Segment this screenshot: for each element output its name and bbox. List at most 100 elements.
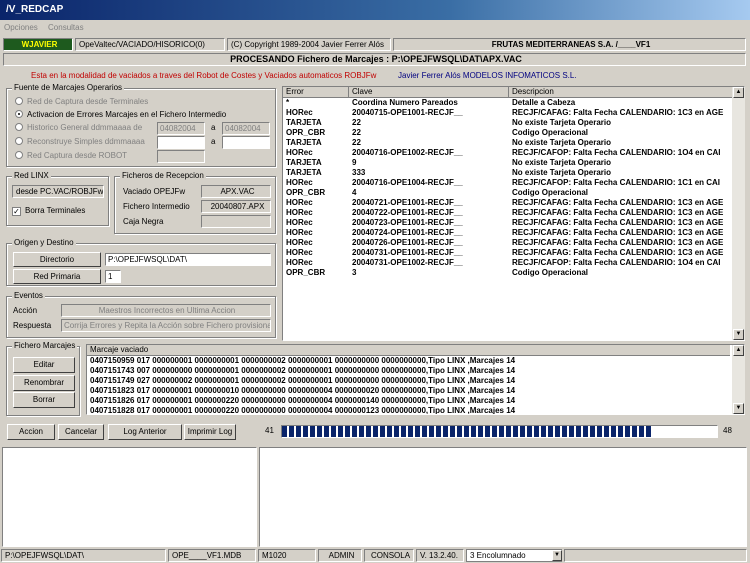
table-row[interactable]: HORec 20040722-OPE1001-RECJF__ RECJF/CAFAG… [283,208,744,218]
red-primaria-button[interactable]: Red Primaria [13,269,101,284]
robot-input[interactable] [157,150,205,163]
marcajes-scroll-down-icon[interactable]: ▼ [733,403,744,414]
status-path: P:\OPEJFWSQL\DAT\ [1,549,166,562]
cell-descripcion: RECJF/CAFAG: Falta Fecha CALENDARIO: 1C3… [512,238,724,247]
cell-error: OPR_CBR [286,268,326,277]
respuesta-label: Respuesta [13,321,52,330]
log-anterior-button[interactable]: Log Anterior [108,424,182,440]
table-row[interactable]: HORec 20040716-OPE1004-RECJF__ RECJF/CAFOP… [283,178,744,188]
cell-descripcion: No existe Tarjeta Operario [512,118,611,127]
log-panel-right[interactable] [259,447,747,547]
table-row[interactable]: HORec 20040724-OPE1001-RECJF__ RECJF/CAFAG… [283,228,744,238]
editar-button[interactable]: Editar [13,357,75,373]
cell-clave: 333 [352,168,366,177]
radio-historico[interactable]: Historico General ddmmaaaa de [15,122,142,134]
borrar-button[interactable]: Borrar [13,392,75,408]
errors-grid[interactable]: Error Clave Descripcion * Coordina Numero… [282,86,745,341]
list-item[interactable]: 0407151826 017 000000001 0000000220 0000… [87,396,744,406]
list-item[interactable]: 0407150959 017 000000001 0000000001 0000… [87,356,744,366]
list-item[interactable]: 0407151823 017 000000001 0000000010 0000… [87,386,744,396]
recon-from-input[interactable] [157,136,205,149]
list-item[interactable]: 0407151828 017 000000001 0000000220 0000… [87,406,744,414]
hist-from-input[interactable]: 04082004 [157,122,205,135]
list-item[interactable]: 0407151743 007 000000000 0000000001 0000… [87,366,744,376]
vaciado-value: APX.VAC [201,185,271,198]
radio-reconstruye[interactable]: Reconstruye Simples ddmmaaaa [15,136,145,148]
cell-error: TARJETA [286,118,322,127]
table-row[interactable]: HORec 20040731-OPE1001-RECJF__ RECJF/CAFAG… [283,248,744,258]
status-mode: CONSOLA [364,549,414,562]
cell-descripcion: No existe Tarjeta Operario [512,158,611,167]
accion-label: Acción [13,306,38,315]
directorio-button[interactable]: Directorio [13,252,101,267]
origen-group: Origen y Destino Directorio P:\OPEJFWSQL… [6,238,276,286]
marcajes-scrollbar[interactable]: ▲ ▼ [732,345,745,414]
table-row[interactable]: TARJETA 22 No existe Tarjeta Operario [283,138,744,148]
borra-terminales-check-icon: ✓ [12,207,21,216]
errors-scroll-down-icon[interactable]: ▼ [733,329,744,340]
table-row[interactable]: OPR_CBR 22 Codigo Operacional [283,128,744,138]
table-row[interactable]: TARJETA 333 No existe Tarjeta Operario [283,168,744,178]
renombrar-button[interactable]: Renombrar [13,375,75,391]
cell-clave: 20040722-OPE1001-RECJF__ [352,208,463,217]
col-descripcion[interactable]: Descripcion [509,87,735,98]
table-row[interactable]: HORec 20040716-OPE1002-RECJF__ RECJF/CAFOP… [283,148,744,158]
table-row[interactable]: OPR_CBR 4 Codigo Operacional [283,188,744,198]
columns-dropdown-chevron-down-icon[interactable]: ▼ [552,550,562,561]
recon-to-input[interactable] [222,136,270,149]
red-primaria-input[interactable]: 1 [105,270,121,283]
progress-fill [282,426,654,437]
table-row[interactable]: HORec 20040721-OPE1001-RECJF__ RECJF/CAFAG… [283,198,744,208]
columns-select[interactable]: 3 Encolumnado [466,549,562,562]
table-row[interactable]: HORec 20040723-OPE1001-RECJF__ RECJF/CAFAG… [283,218,744,228]
table-row[interactable]: HORec 20040715-OPE1001-RECJF__ RECJF/CAFAG… [283,108,744,118]
marcaje-line: 0407151823 017 000000001 0000000010 0000… [90,386,516,395]
cell-descripcion: RECJF/CAFOP: Falta Fecha CALENDARIO: 1C1… [512,178,721,187]
hist-to-input[interactable]: 04082004 [222,122,270,135]
table-row[interactable]: HORec 20040731-OPE1002-RECJF__ RECJF/CAFOP… [283,258,744,268]
cell-descripcion: RECJF/CAFAG: Falta Fecha CALENDARIO: 1C3… [512,218,724,227]
copyright-label: (C) Copyright 1989-2004 Javier Ferrer Al… [227,38,391,51]
menu-bar: Opciones Consultas [0,20,750,35]
table-row[interactable]: * Coordina Numero Pareados Detalle a Cabez… [283,98,744,108]
respuesta-value: Corrija Errores y Repita la Acción sobre… [61,319,271,332]
borra-terminales-checkbox[interactable]: ✓ Borra Terminales [12,205,85,217]
cell-clave: 20040721-OPE1001-RECJF__ [352,198,463,207]
table-row[interactable]: TARJETA 22 No existe Tarjeta Operario [283,118,744,128]
cell-descripcion: RECJF/CAFAG: Falta Fecha CALENDARIO: 1C3… [512,108,724,117]
errors-scroll-up-icon[interactable]: ▲ [733,87,744,98]
radio-red-robot-circle [15,151,23,159]
imprimir-log-button[interactable]: Imprimir Log [184,424,236,440]
hist-sep: a [211,123,216,132]
col-clave[interactable]: Clave [349,87,509,98]
menu-opciones[interactable]: Opciones [0,20,42,35]
menu-consultas[interactable]: Consultas [44,20,88,35]
recepcion-title: Ficheros de Recepcion [120,171,206,181]
radio-red-robot[interactable]: Red Captura desde ROBOT [15,150,127,162]
progress-left-count: 41 [265,426,274,435]
table-row[interactable]: TARJETA 9 No existe Tarjeta Operario [283,158,744,168]
cell-error: TARJETA [286,158,322,167]
log-panel-left[interactable] [2,447,257,547]
marcajes-grid[interactable]: Marcaje vaciado 0407150959 017 000000001… [86,344,745,415]
marcajes-scroll-up-icon[interactable]: ▲ [733,345,744,356]
accion-button[interactable]: Accion [7,424,55,440]
table-row[interactable]: HORec 20040726-OPE1001-RECJF__ RECJF/CAFAG… [283,238,744,248]
list-item[interactable]: 0407151749 027 000000002 0000000001 0000… [87,376,744,386]
errors-grid-header: Error Clave Descripcion [283,87,744,98]
fichero-title: Fichero Marcajes [12,341,78,351]
cell-clave: 3 [352,268,357,277]
col-marcaje-vaciado[interactable]: Marcaje vaciado [87,345,730,356]
accion-value: Maestros Incorrectos en Ultima Accion [61,304,271,317]
cell-error: OPR_CBR [286,128,326,137]
directorio-input[interactable]: P:\OPEJFWSQL\DAT\ [105,253,271,266]
processing-label: PROCESANDO Fichero de Marcajes : P:\OPEJ… [3,53,746,66]
col-error[interactable]: Error [283,87,349,98]
radio-red-captura[interactable]: Red de Captura desde Terminales [15,96,148,108]
radio-activacion-errores[interactable]: Activacion de Errores Marcajes en el Fic… [15,109,226,121]
radio-reconstruye-circle [15,137,23,145]
cancelar-button[interactable]: Cancelar [58,424,104,440]
cell-error: HORec [286,238,313,247]
table-row[interactable]: OPR_CBR 3 Codigo Operacional [283,268,744,278]
errors-scrollbar[interactable]: ▲ ▼ [732,87,745,340]
